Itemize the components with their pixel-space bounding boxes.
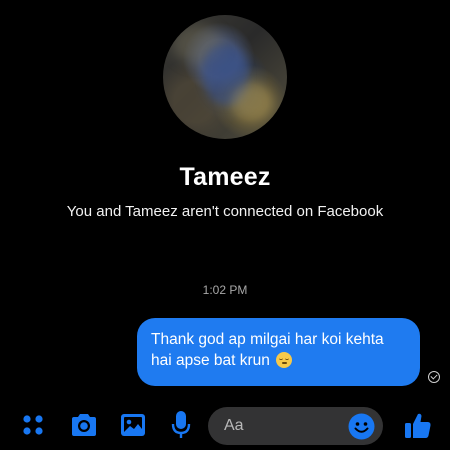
relieved-face-emoji xyxy=(276,352,293,368)
menu-dots-icon[interactable] xyxy=(18,400,48,450)
camera-icon[interactable] xyxy=(66,400,102,450)
message-timestamp: 1:02 PM xyxy=(202,283,248,297)
message-text: Thank god ap milgai har koi kehta hai ap… xyxy=(151,331,384,369)
sent-status-icon xyxy=(428,371,440,383)
emoji-icon[interactable] xyxy=(348,413,375,440)
message-composer: Aa xyxy=(0,400,450,450)
connection-status-text: You and Tameez aren't connected on Faceb… xyxy=(66,203,384,220)
message-input-placeholder: Aa xyxy=(224,417,244,434)
gallery-icon[interactable] xyxy=(117,400,149,450)
message-input[interactable]: Aa xyxy=(208,407,383,445)
microphone-icon[interactable] xyxy=(166,400,196,450)
thumbs-up-icon[interactable] xyxy=(402,400,434,450)
contact-name[interactable]: Tameez xyxy=(0,163,450,192)
contact-avatar[interactable] xyxy=(163,15,287,139)
contact-profile-header: Tameez You and Tameez aren't connected o… xyxy=(0,0,450,240)
sent-message-bubble[interactable]: Thank god ap milgai har koi kehta hai ap… xyxy=(137,318,420,386)
